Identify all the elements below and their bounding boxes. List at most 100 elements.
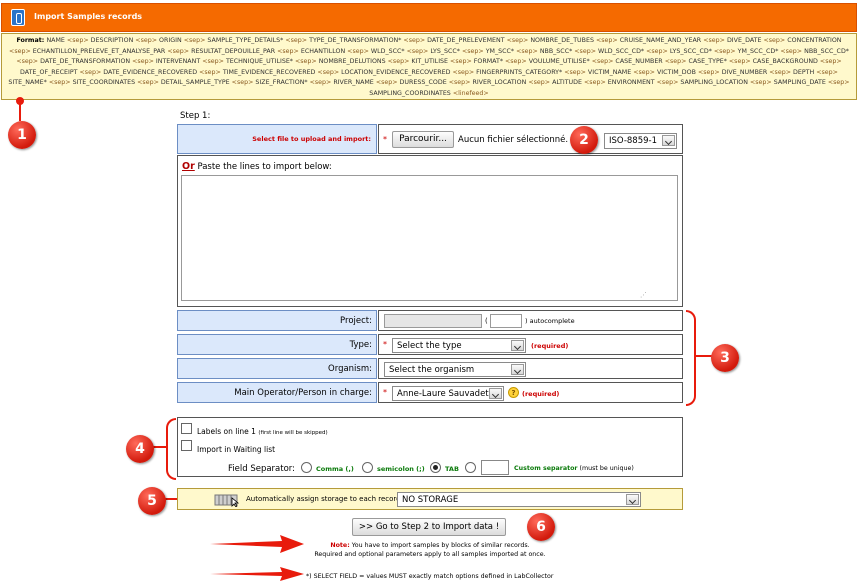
browse-button[interactable]: Parcourir... (392, 131, 454, 148)
format-separator: <sep> (387, 58, 410, 66)
file-input-cell: * Parcourir... Aucun fichier sélectionné… (378, 124, 683, 154)
format-separator: <sep> (780, 47, 803, 55)
format-field: SAMPLE_TYPE_DETAILS* (207, 37, 284, 44)
format-separator: <sep> (664, 58, 687, 66)
format-field: CASE_BACKGROUND (752, 58, 818, 66)
operator-select-value: Anne-Laure Sauvadet (397, 389, 489, 399)
marker-2: 2 (570, 126, 598, 154)
format-field: CASE_NUMBER (615, 58, 663, 66)
waiting-list-checkbox[interactable] (181, 440, 192, 451)
operator-required-note: (required) (522, 390, 560, 398)
format-field: FORMAT* (473, 58, 503, 66)
sep-tab-radio[interactable] (430, 462, 441, 473)
format-field: TIME_EVIDENCE_RECOVERED (222, 68, 316, 76)
format-separator: <sep> (277, 47, 299, 55)
sep-custom-note: (must be unique) (579, 465, 634, 472)
marker-3-connector (694, 355, 712, 357)
type-value-cell: * Select the type (required) (378, 334, 683, 355)
format-separator: <sep> (816, 68, 838, 76)
format-separator: <sep> (406, 47, 429, 55)
required-star: * (383, 135, 387, 144)
chevron-down-icon (662, 135, 675, 146)
labels-line1-checkbox[interactable] (181, 423, 192, 434)
format-separator: <sep> (132, 58, 154, 66)
format-separator: <sep> (309, 79, 332, 87)
organism-value-cell: Select the organism (378, 358, 683, 379)
required-star: * (383, 388, 387, 397)
format-description: Format: NAME <sep> DESCRIPTION <sep> ORI… (1, 33, 857, 100)
format-separator: <sep> (66, 37, 89, 44)
labels-line1-label: Labels on line 1 (197, 427, 256, 436)
format-separator: <sep> (202, 58, 224, 66)
encoding-value: ISO-8859-1 (609, 136, 658, 146)
format-separator: <sep> (528, 79, 551, 87)
organism-label: Organism: (328, 364, 372, 374)
format-separator: <sep> (461, 47, 484, 55)
format-field: CASE_TYPE* (688, 58, 727, 66)
format-field: DATE_EVIDENCE_RECOVERED (103, 68, 198, 76)
type-select-value: Select the type (397, 341, 462, 351)
project-input[interactable] (384, 314, 482, 328)
sep-semicolon-radio[interactable] (362, 462, 373, 473)
organism-select[interactable]: Select the organism (384, 362, 526, 377)
marker-6: 6 (527, 513, 555, 541)
format-field: ALTITUDE (552, 79, 582, 87)
sep-comma-radio[interactable] (301, 462, 312, 473)
project-autocomplete-note: ) autocomplete (525, 317, 575, 325)
format-field: CRUISE_NAME_AND_YEAR (619, 37, 702, 44)
format-field: NOMBRE_DELUTIONS (318, 58, 386, 66)
format-field: DETAIL_SAMPLE_TYPE (160, 79, 230, 87)
format-separator: <sep> (574, 47, 596, 55)
format-field: TECHNIQUE_UTILISE* (225, 58, 293, 66)
paste-textarea[interactable] (181, 175, 678, 301)
format-separator: <sep> (506, 37, 529, 44)
select-field-note: *) SELECT FIELD = values MUST exactly ma… (306, 573, 554, 580)
page-title: Import Samples records (34, 12, 143, 21)
format-separator: <sep> (728, 58, 751, 66)
arrow-to-note (210, 535, 304, 553)
format-separator: <sep> (450, 58, 472, 66)
storage-rack-icon (214, 494, 240, 507)
format-separator: <sep> (505, 58, 527, 66)
format-field: CONCENTRATION (787, 37, 842, 44)
file-status: Aucun fichier sélectionné. (458, 135, 569, 145)
format-field: NOMBRE_DE_TUBES (530, 37, 594, 44)
resize-grip-icon[interactable]: ⋰ (640, 291, 647, 299)
import-icon (11, 9, 25, 26)
format-field: DIVE_NUMBER (721, 68, 768, 76)
format-separator: <sep> (656, 79, 679, 87)
project-id-input[interactable] (490, 314, 522, 328)
format-separator: <sep> (199, 68, 221, 76)
format-field: TYPE_DE_TRANSFORMATION* (309, 37, 402, 44)
format-separator: <sep> (375, 79, 398, 87)
go-to-step2-button[interactable]: >> Go to Step 2 to Import data ! (352, 518, 506, 536)
format-separator: <sep> (403, 37, 426, 44)
sep-tab-label: TAB (445, 465, 459, 473)
format-field: FINGERPRINTS_CATEGORY* (476, 68, 563, 76)
arrow-to-select-note (210, 567, 304, 581)
type-select[interactable]: Select the type (392, 338, 526, 353)
format-separator: <sep> (595, 37, 618, 44)
help-icon[interactable]: ? (508, 387, 519, 398)
project-paren-open: ( (485, 317, 488, 325)
operator-select[interactable]: Anne-Laure Sauvadet (392, 386, 504, 401)
storage-select-value: NO STORAGE (402, 495, 459, 505)
or-label: Or (182, 161, 195, 172)
format-field: DATE_OF_RECEIPT (20, 68, 78, 76)
storage-select[interactable]: NO STORAGE (397, 492, 641, 507)
chevron-down-icon (489, 388, 502, 399)
format-field: SAMPLING_DATE (773, 79, 826, 87)
encoding-select[interactable]: ISO-8859-1 (604, 133, 677, 149)
options-box: Labels on line 1 (first line will be ski… (177, 417, 683, 477)
format-separator: <sep> (285, 37, 308, 44)
marker-3: 3 (711, 344, 739, 372)
format-field: DEPTH (793, 68, 815, 76)
format-field: LYS_SCC* (430, 47, 460, 55)
operator-value-cell: * Anne-Laure Sauvadet ? (required) (378, 382, 683, 403)
custom-separator-input[interactable] (481, 460, 509, 475)
sep-custom-radio[interactable] (465, 462, 476, 473)
format-separator: <sep> (697, 68, 720, 76)
chevron-down-icon (626, 494, 639, 505)
format-field: KIT_UTILISE (411, 58, 449, 66)
type-required-note: (required) (531, 342, 569, 350)
